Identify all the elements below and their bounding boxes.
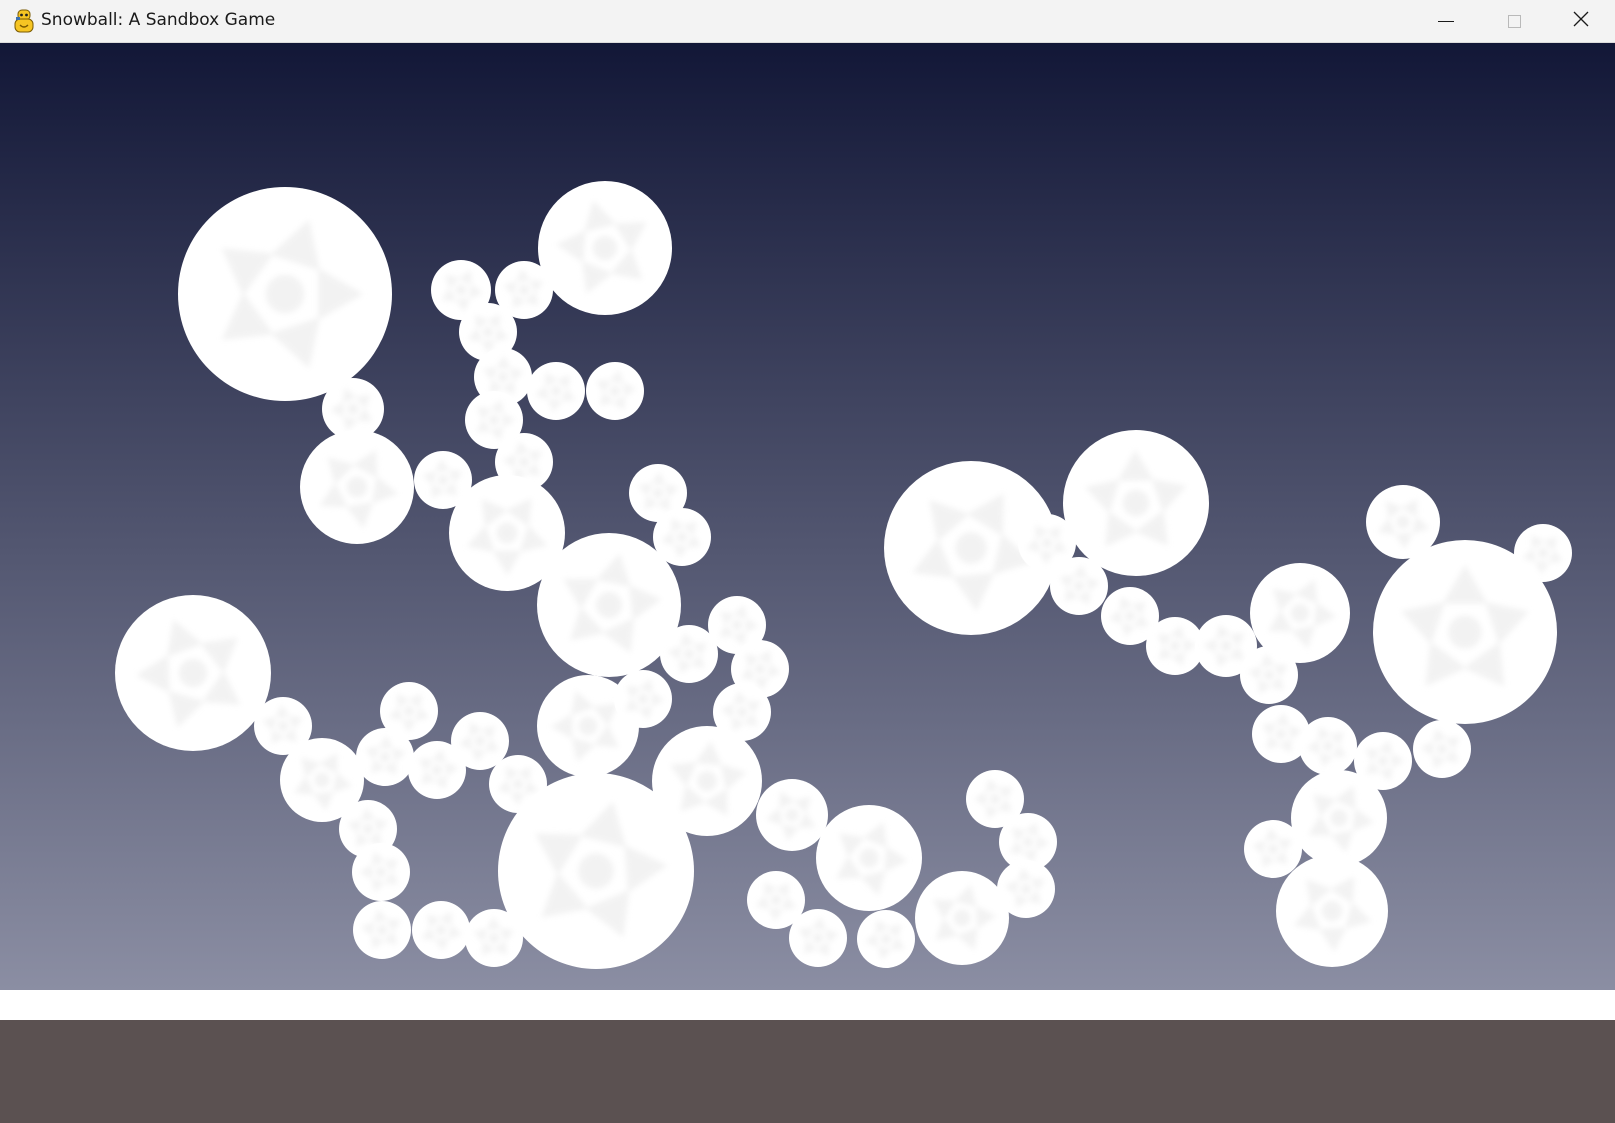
snowball[interactable]	[1299, 717, 1357, 775]
snowball[interactable]	[1244, 820, 1302, 878]
snowball[interactable]	[300, 430, 414, 544]
close-button[interactable]	[1547, 0, 1615, 42]
minimize-button[interactable]	[1412, 0, 1480, 42]
snowball[interactable]	[756, 779, 828, 851]
snowball[interactable]	[614, 670, 672, 728]
snowball[interactable]	[1514, 524, 1572, 582]
snowball[interactable]	[1413, 720, 1471, 778]
snowball[interactable]	[353, 901, 411, 959]
python-snake-icon	[12, 8, 36, 34]
snowball[interactable]	[816, 805, 922, 911]
app-window: Snowball: A Sandbox Game	[0, 0, 1615, 1123]
snowball[interactable]	[408, 741, 466, 799]
snowball[interactable]	[352, 843, 410, 901]
title-bar[interactable]: Snowball: A Sandbox Game	[0, 0, 1615, 43]
maximize-icon	[1507, 14, 1521, 28]
snowball[interactable]	[1063, 430, 1209, 576]
dirt-ground	[0, 1020, 1615, 1123]
minimize-icon	[1438, 20, 1454, 22]
snowball[interactable]	[1276, 855, 1388, 967]
snowball[interactable]	[527, 362, 585, 420]
snowball[interactable]	[537, 533, 681, 677]
snowball[interactable]	[178, 187, 392, 401]
snowball[interactable]	[586, 362, 644, 420]
snowball[interactable]	[498, 773, 694, 969]
snowball[interactable]	[1240, 646, 1298, 704]
snowball[interactable]	[997, 860, 1055, 918]
snowball[interactable]	[1050, 557, 1108, 615]
snowball[interactable]	[915, 871, 1009, 965]
snow-ground-line	[0, 990, 1615, 1020]
snowball[interactable]	[660, 625, 718, 683]
snowball[interactable]	[538, 181, 672, 315]
close-icon	[1573, 11, 1589, 32]
snowball[interactable]	[465, 909, 523, 967]
snowball[interactable]	[115, 595, 271, 751]
snowball[interactable]	[789, 909, 847, 967]
snowball[interactable]	[412, 901, 470, 959]
game-scene[interactable]	[0, 43, 1615, 1123]
snowball[interactable]	[356, 728, 414, 786]
game-canvas[interactable]	[0, 43, 1615, 1123]
snowball[interactable]	[857, 910, 915, 968]
snowball[interactable]	[1291, 770, 1387, 866]
maximize-button[interactable]	[1480, 0, 1548, 42]
window-title: Snowball: A Sandbox Game	[41, 10, 276, 30]
